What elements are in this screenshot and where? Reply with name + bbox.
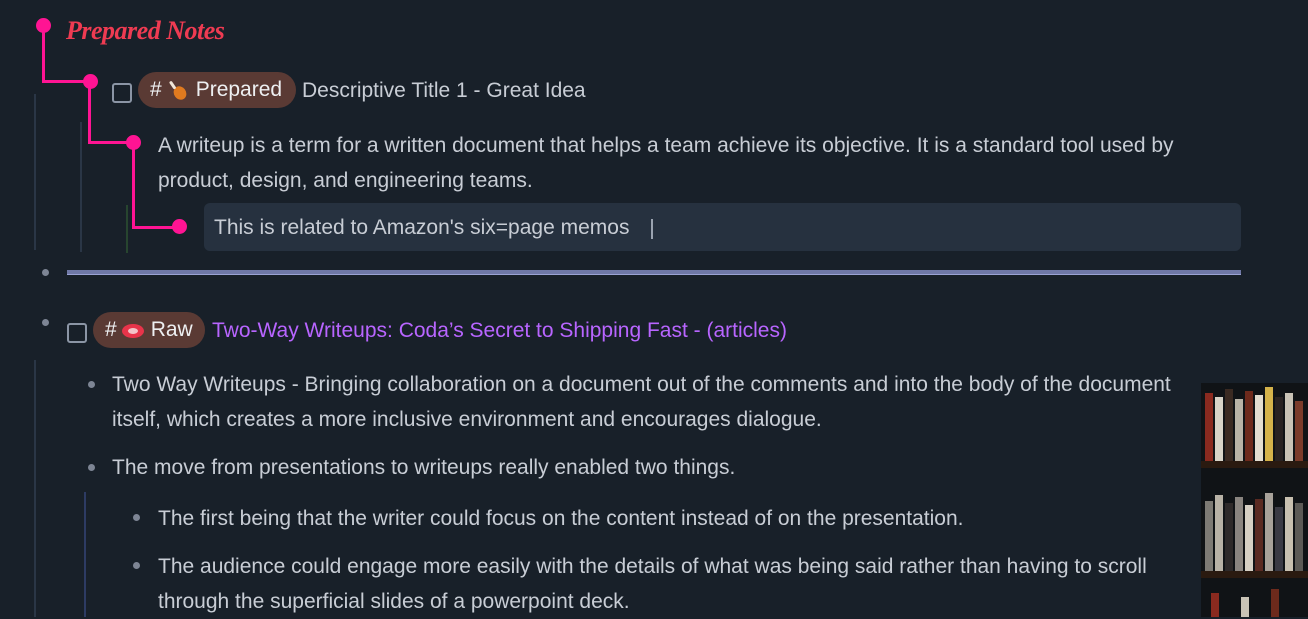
tag-hash: # — [105, 318, 117, 341]
child-text-line2[interactable]: product, design, and engineering teams. — [158, 163, 533, 198]
list-bullet[interactable] — [88, 381, 95, 388]
indent-guide — [84, 492, 86, 617]
sub-list-bullet[interactable] — [133, 514, 140, 521]
indent-guide — [34, 94, 36, 250]
article-link[interactable]: Two-Way Writeups: Coda’s Secret to Shipp… — [212, 313, 787, 348]
list-bullet[interactable] — [88, 464, 95, 471]
raw-item-bullet[interactable] — [42, 319, 49, 326]
horizontal-divider — [67, 270, 1241, 275]
indent-guide — [34, 360, 36, 617]
sub-list-item-line2[interactable]: through the superficial slides of a powe… — [158, 584, 630, 619]
tag-prepared[interactable]: # Prepared — [138, 72, 296, 108]
text-cursor — [651, 219, 653, 239]
list-item-line2[interactable]: itself, which creates a more inclusive e… — [112, 402, 822, 437]
grandchild-node-dot[interactable] — [172, 219, 187, 234]
divider-bullet[interactable] — [42, 269, 49, 276]
webcam-overlay — [1201, 383, 1308, 617]
tree-connector — [88, 86, 91, 143]
tag-label: Raw — [150, 318, 193, 341]
tag-raw[interactable]: # Raw — [93, 312, 205, 348]
tree-connector — [132, 147, 135, 229]
tag-hash: # — [150, 78, 162, 101]
section-title: Prepared Notes — [66, 16, 225, 45]
indent-guide — [126, 205, 128, 253]
list-item-line1[interactable]: Two Way Writeups - Bringing collaboratio… — [112, 367, 1171, 402]
raw-steak-icon — [121, 319, 144, 341]
indent-guide — [80, 122, 82, 252]
child-text-line1[interactable]: A writeup is a term for a written docume… — [158, 128, 1174, 163]
sub-list-item-line1[interactable]: The first being that the writer could fo… — [158, 501, 964, 536]
task-checkbox[interactable] — [67, 323, 87, 343]
drumstick-icon — [166, 79, 188, 101]
sub-list-bullet[interactable] — [133, 562, 140, 569]
grandchild-text[interactable]: This is related to Amazon's six=page mem… — [214, 210, 629, 245]
sub-list-item-line1[interactable]: The audience could engage more easily wi… — [158, 549, 1147, 584]
task-checkbox[interactable] — [112, 83, 132, 103]
item-title[interactable]: Descriptive Title 1 - Great Idea — [302, 73, 586, 108]
tree-connector — [42, 30, 45, 82]
tag-label: Prepared — [195, 78, 283, 101]
list-item-line1[interactable]: The move from presentations to writeups … — [112, 450, 735, 485]
